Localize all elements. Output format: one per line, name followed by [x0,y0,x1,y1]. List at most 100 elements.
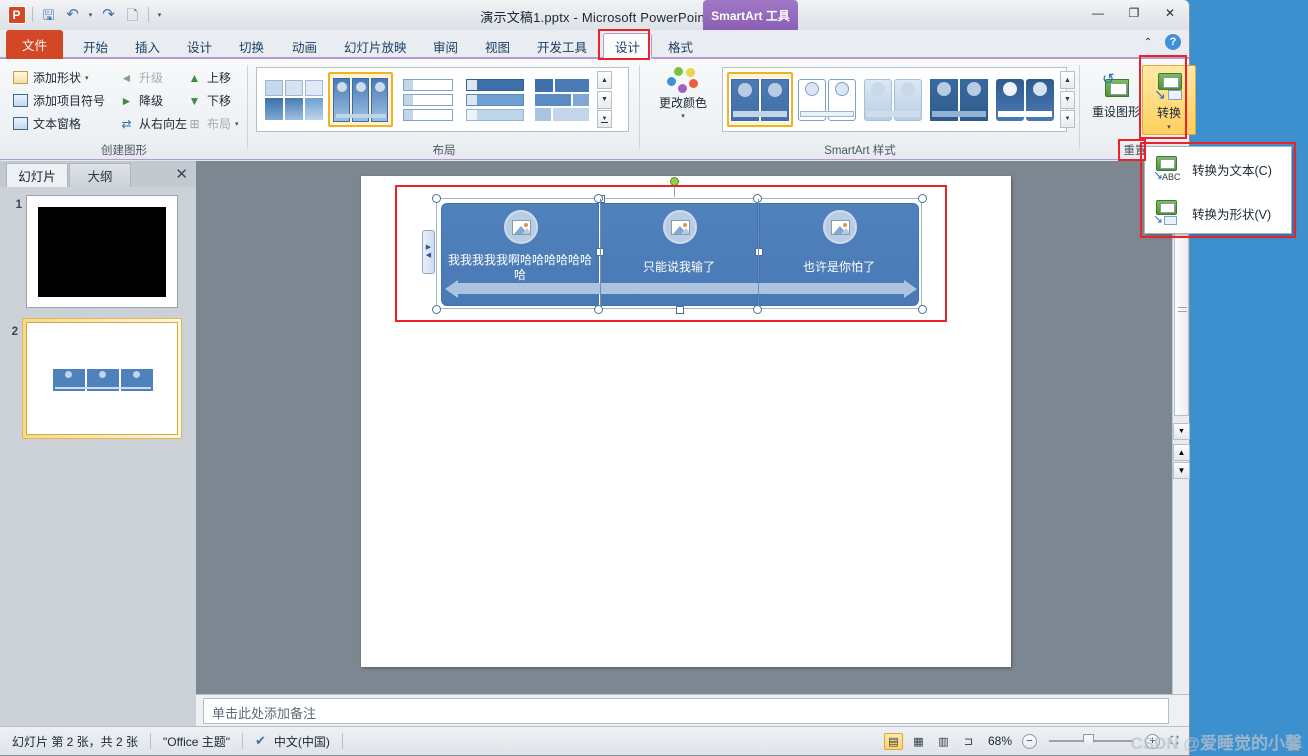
scroll-down-button[interactable]: ▼ [1173,423,1190,440]
layout-thumb-4[interactable] [529,72,594,127]
move-down-button[interactable]: ▼ 下移 [186,89,239,112]
add-shape-caret-icon[interactable]: ▾ [85,74,89,82]
style-thumb-0[interactable] [727,72,793,127]
slide-thumb-canvas-1[interactable] [26,195,178,308]
language-label[interactable]: 中文(中国) [274,733,330,750]
layout-gallery-more-button[interactable]: ▼ [597,110,612,128]
smartart-node-1-picture-placeholder[interactable] [504,210,538,244]
zoom-out-button[interactable]: − [1022,733,1037,749]
tab-file[interactable]: 文件 [6,30,64,59]
tab-view-label: 视图 [485,40,511,55]
tab-design[interactable]: 设计 [176,33,223,59]
move-up-button[interactable]: ▲ 上移 [186,66,239,89]
style-scroll-up-button[interactable]: ▲ [1060,71,1075,89]
tab-slideshow[interactable]: 幻灯片放映 [333,33,418,59]
smartart-node-3-picture-placeholder[interactable] [823,210,857,244]
tab-smartart-design[interactable]: 设计 [603,33,653,59]
style-thumb-2[interactable] [861,72,925,127]
slide-canvas[interactable]: 我我我我我啊哈哈哈哈哈哈哈 只能说我输了 也许是你怕了 ▶ ◀ [361,176,1011,667]
convert-button[interactable]: ↘ 转换 ▾ [1142,65,1196,135]
layout-thumb-3[interactable] [462,72,527,127]
change-colors-caret-icon[interactable]: ▾ [650,112,716,120]
restore-glyph: ❐ [1128,6,1140,20]
ribbon-group-smartart-styles: 更改颜色 ▾ ▲ ▼ ▼ SmartArt 样式 [640,59,1080,160]
promote-button[interactable]: ◄ 升级 [118,66,187,89]
slide-thumbnail-1[interactable]: 1 [6,195,190,308]
handle-bottom-mid[interactable] [676,306,684,314]
text-pane-toggle[interactable]: ▶ ◀ [422,230,435,274]
slide-thumbnail-2[interactable]: 2 [2,318,190,439]
zoom-out-glyph: − [1026,735,1033,747]
restore-button[interactable]: ❐ [1121,4,1147,22]
zoom-slider-thumb[interactable] [1083,733,1094,749]
convert-to-shapes-menu-item[interactable]: ↘ 转换为形状(V) [1145,191,1291,235]
smartart-object-frame[interactable]: 我我我我我啊哈哈哈哈哈哈哈 只能说我输了 也许是你怕了 [432,194,927,314]
tab-insert[interactable]: 插入 [124,33,171,59]
convert-caret-icon[interactable]: ▾ [1143,123,1195,131]
smartart-node-2-picture-placeholder[interactable] [663,210,697,244]
reading-view-button[interactable]: ▥ [934,733,953,750]
zoom-level-label[interactable]: 68% [984,732,1016,750]
change-colors-button[interactable]: 更改颜色 ▾ [650,67,716,120]
handle-top-right[interactable] [918,194,927,203]
add-bullet-button[interactable]: 添加项目符号 [12,89,105,112]
notes-placeholder[interactable]: 单击此处添加备注 [203,698,1169,724]
zoom-in-button[interactable]: + [1145,733,1160,749]
style-more-glyph: ▼ [1064,116,1071,122]
normal-view-button[interactable]: ▤ [883,732,903,750]
layout-thumb-2[interactable] [395,72,460,127]
help-icon[interactable]: ? [1165,34,1181,50]
tab-smartart-format[interactable]: 格式 [657,33,704,59]
style-thumb-4[interactable] [993,72,1057,127]
handle-node-sep-bottom-2[interactable] [753,305,762,314]
fit-to-window-button[interactable]: ⛶ [1166,733,1183,750]
smartart-style-gallery: ▲ ▼ ▼ [722,67,1075,132]
ribbon-collapse-icon[interactable]: ⌃ [1139,34,1157,50]
layout-button[interactable]: ⊞ 布局 ▾ [186,112,239,135]
reset-graphic-button[interactable]: ↺ 重设图形 [1086,65,1146,129]
layout-scroll-up-button[interactable]: ▲ [597,71,612,89]
handle-mid-right[interactable] [755,248,763,256]
convert-to-text-menu-item[interactable]: ↘ ABC 转换为文本(C) [1145,147,1291,191]
tab-review[interactable]: 审阅 [422,33,469,59]
handle-node-sep-bottom-1[interactable] [594,305,603,314]
minimize-button[interactable]: — [1085,4,1111,22]
rotation-handle[interactable] [670,177,679,186]
handle-bottom-right[interactable] [918,305,927,314]
layout-thumb-1[interactable] [328,72,393,127]
handle-node-sep-top-1[interactable] [594,194,603,203]
slide-sorter-button[interactable]: ▦ [909,733,928,750]
tab-animations[interactable]: 动画 [281,33,328,59]
handle-bottom-left[interactable] [432,305,441,314]
spellcheck-icon[interactable]: ✔ [255,733,266,749]
text-pane-button[interactable]: 文本窗格 [12,112,105,135]
tab-developer[interactable]: 开发工具 [526,33,598,59]
layout-thumb-0[interactable] [261,72,326,127]
close-panel-icon[interactable]: ✕ [175,165,188,183]
slideshow-button[interactable]: ⊐ [959,733,978,750]
style-thumb-1[interactable] [795,72,859,127]
slide-thumb-canvas-2[interactable] [26,322,178,435]
layout-caret-icon[interactable]: ▾ [235,120,239,128]
demote-button[interactable]: ► 降级 [118,89,187,112]
style-gallery-more-button[interactable]: ▼ [1060,110,1075,128]
theme-name[interactable]: "Office 主题" [151,732,242,750]
tab-home[interactable]: 开始 [72,33,119,59]
slides-tab[interactable]: 幻灯片 [6,163,68,187]
layout-scroll-down-button[interactable]: ▼ [597,90,612,109]
outline-tab[interactable]: 大纲 [69,163,131,187]
smartart-arrow-band [455,283,905,294]
previous-slide-button[interactable]: ▲ [1173,444,1190,461]
close-button[interactable]: ✕ [1157,4,1183,22]
add-shape-button[interactable]: 添加形状 ▾ [12,66,105,89]
slide-vertical-scrollbar[interactable]: ▲ ▼ ▲ ▼ [1172,161,1190,694]
handle-top-left[interactable] [432,194,441,203]
tab-transitions[interactable]: 切换 [228,33,275,59]
zoom-slider[interactable] [1043,733,1139,749]
style-thumb-3[interactable] [927,72,991,127]
style-scroll-down-button[interactable]: ▼ [1060,90,1075,109]
next-slide-button[interactable]: ▼ [1173,462,1190,479]
tab-view[interactable]: 视图 [474,33,521,59]
right-to-left-button[interactable]: ⇄ 从右向左 [118,112,187,135]
tab-transitions-label: 切换 [239,40,265,55]
